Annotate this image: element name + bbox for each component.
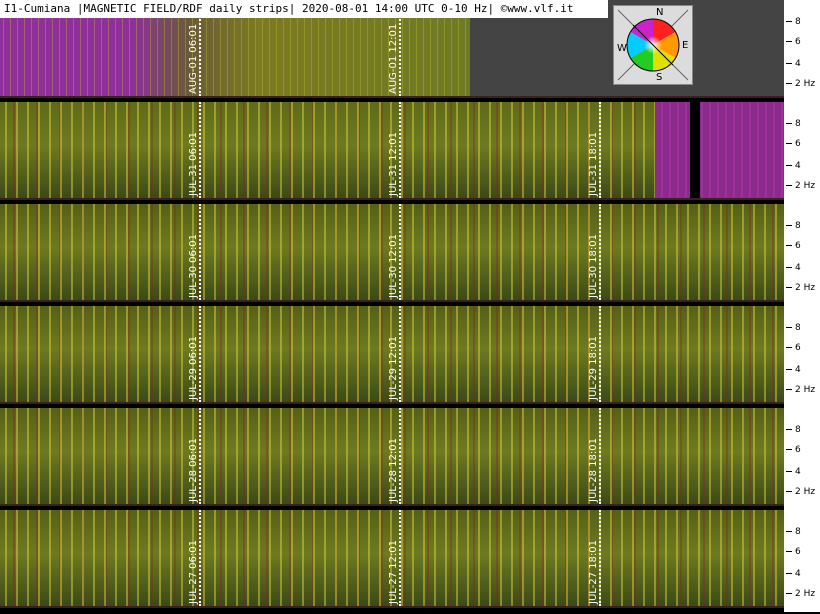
hour-marker-line <box>599 408 601 504</box>
frequency-tick: 4 <box>786 468 801 477</box>
hour-marker-label: AUG-01 06:01 <box>188 23 199 94</box>
page-title: I1-Cumiana |MAGNETIC FIELD/RDF daily str… <box>0 0 608 18</box>
frequency-tick: 8 <box>786 120 801 129</box>
frequency-tick: 8 <box>786 222 801 231</box>
frequency-tick: 8 <box>786 324 801 333</box>
hour-marker-label: JUL-29 18:01 <box>588 336 599 400</box>
hour-marker-line <box>599 510 601 606</box>
hour-marker-label: JUL-28 12:01 <box>388 438 399 502</box>
hour-marker-label: JUL-30 12:01 <box>388 234 399 298</box>
hour-marker-label: JUL-27 06:01 <box>188 540 199 604</box>
frequency-tick: 4 <box>786 570 801 579</box>
frequency-scale: 8 6 4 2 Hz <box>784 306 820 408</box>
spectrogram-strip: JUL-28 06:01 JUL-28 12:01 JUL-28 18:01 <box>0 408 784 506</box>
night-segment <box>655 102 784 198</box>
frequency-tick: 6 <box>786 140 801 149</box>
spectrogram-strip: JUL-27 06:01 JUL-27 12:01 JUL-27 18:01 <box>0 510 784 608</box>
spectrogram-strip: JUL-30 06:01 JUL-30 12:01 JUL-30 18:01 <box>0 204 784 302</box>
hour-marker-line <box>599 102 601 198</box>
spectrogram-strip: JUL-31 06:01 JUL-31 12:01 JUL-31 18:01 <box>0 102 784 200</box>
rdf-compass: N E S W <box>613 5 693 85</box>
frequency-tick: 6 <box>786 38 801 47</box>
frequency-scale: 8 6 4 2 Hz <box>784 102 820 204</box>
frequency-tick: 4 <box>786 162 801 171</box>
hour-marker-label: JUL-27 18:01 <box>588 540 599 604</box>
hour-marker-label: JUL-29 06:01 <box>188 336 199 400</box>
frequency-tick: 6 <box>786 446 801 455</box>
hour-marker-line <box>199 204 201 300</box>
frequency-tick: 2 Hz <box>786 590 815 599</box>
frequency-scale: 8 6 4 2 Hz <box>784 510 820 612</box>
hour-marker-line <box>399 204 401 300</box>
frequency-tick: 6 <box>786 344 801 353</box>
hour-marker-label: JUL-27 12:01 <box>388 540 399 604</box>
spectrogram-strip: JUL-29 06:01 JUL-29 12:01 JUL-29 18:01 <box>0 306 784 404</box>
frequency-tick: 6 <box>786 548 801 557</box>
hour-marker-label: AUG-01 12:01 <box>388 23 399 94</box>
hour-marker-line <box>399 510 401 606</box>
data-gap <box>690 102 700 198</box>
frequency-tick: 2 Hz <box>786 488 815 497</box>
frequency-tick: 2 Hz <box>786 386 815 395</box>
hour-marker-label: JUL-31 18:01 <box>588 132 599 196</box>
frequency-scale: 8 6 4 2 Hz <box>784 408 820 510</box>
frequency-tick: 8 <box>786 426 801 435</box>
hour-marker-line <box>399 306 401 402</box>
frequency-tick: 4 <box>786 60 801 69</box>
frequency-tick: 8 <box>786 18 801 27</box>
hour-marker-label: JUL-29 12:01 <box>388 336 399 400</box>
hour-marker-line <box>599 204 601 300</box>
compass-east: E <box>682 40 689 51</box>
hour-marker-line <box>199 102 201 198</box>
hour-marker-line <box>399 102 401 198</box>
frequency-tick: 2 Hz <box>786 182 815 191</box>
compass-west: W <box>617 43 627 54</box>
compass-south: S <box>656 72 663 83</box>
hour-marker-label: JUL-30 18:01 <box>588 234 599 298</box>
hour-marker-line <box>399 408 401 504</box>
compass-north: N <box>656 7 664 18</box>
frequency-tick: 4 <box>786 264 801 273</box>
frequency-tick: 2 Hz <box>786 80 815 89</box>
frequency-tick: 2 Hz <box>786 284 815 293</box>
hour-marker-line <box>599 306 601 402</box>
frequency-scale: 8 6 4 2 Hz <box>784 204 820 306</box>
hour-marker-label: JUL-31 06:01 <box>188 132 199 196</box>
hour-marker-line <box>199 408 201 504</box>
frequency-tick: 4 <box>786 366 801 375</box>
hour-marker-label: JUL-30 06:01 <box>188 234 199 298</box>
hour-marker-line <box>199 306 201 402</box>
hour-marker-label: JUL-31 12:01 <box>388 132 399 196</box>
hour-marker-label: JUL-28 06:01 <box>188 438 199 502</box>
frequency-scale: 8 6 4 2 Hz <box>784 0 820 102</box>
frequency-tick: 8 <box>786 528 801 537</box>
hour-marker-label: JUL-28 18:01 <box>588 438 599 502</box>
frequency-tick: 6 <box>786 242 801 251</box>
hour-marker-line <box>199 510 201 606</box>
